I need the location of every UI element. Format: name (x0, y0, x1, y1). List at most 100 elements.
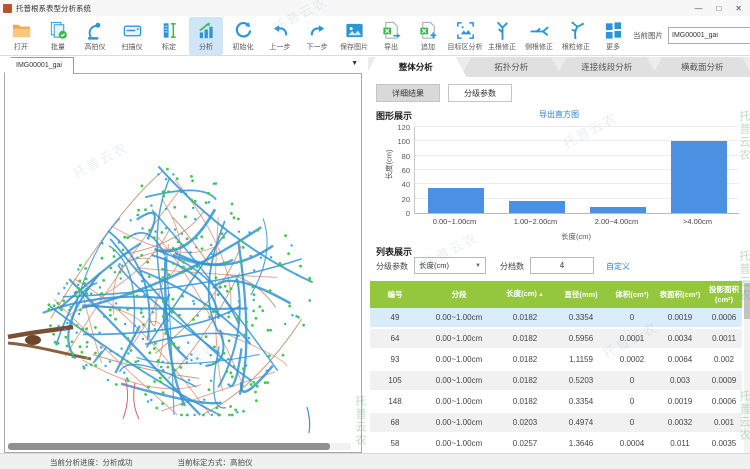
x-tick-label: 2.00~4.00cm (576, 217, 657, 226)
table-cell: 0.0064 (654, 350, 706, 369)
current-image-label: 当前图片 (633, 30, 663, 41)
lateral-root-correct-button[interactable]: 侧根修正 (522, 17, 556, 55)
table-cell: 1.3646 (552, 434, 610, 453)
root-node-correct-button[interactable]: 根粒修正 (559, 17, 593, 55)
close-button[interactable]: ✕ (735, 4, 742, 13)
table-row[interactable]: 1050.00~1.00cm0.01820.520300.0030.0009 (370, 371, 742, 390)
scanner-icon (122, 20, 143, 41)
y-tick: 100 (384, 137, 410, 146)
y-tick: 80 (384, 152, 410, 161)
table-cell: 0.001 (706, 413, 742, 432)
table-cell: 0.0034 (654, 329, 706, 348)
table-cell: 0.0011 (706, 329, 742, 348)
calibration-mode-status: 当前标定方式：高拍仪 (178, 457, 253, 468)
table-cell: 0.0257 (498, 434, 552, 453)
table-row[interactable]: 1480.00~1.00cm0.01820.335400.00190.0006 (370, 392, 742, 411)
export-button[interactable]: 导出 (374, 17, 408, 55)
analyze-button[interactable]: 分析 (189, 17, 223, 55)
tab-overall-analysis[interactable]: 整体分析 (368, 57, 467, 77)
main-root-correct-button[interactable]: 主根修正 (485, 17, 519, 55)
bins-label: 分档数 (500, 261, 524, 272)
table-cell: 0.00~1.00cm (420, 329, 498, 348)
chart-section: 图形展示 导出直方图 长度(cm) 020406080100120 0.00~1… (368, 107, 750, 245)
customize-link[interactable]: 自定义 (606, 261, 630, 272)
append-icon (418, 20, 439, 41)
chart-bar (509, 201, 565, 213)
reset-icon (233, 20, 254, 41)
analysis-tab-bar: 整体分析 拓扑分析 连接线段分析 横截面分析 (368, 57, 750, 77)
main-root-icon (492, 20, 513, 41)
maximize-button[interactable]: □ (716, 4, 721, 13)
table-cell: 0.3354 (552, 308, 610, 327)
table-cell: 0.3354 (552, 392, 610, 411)
y-tick: 120 (384, 123, 410, 132)
append-button[interactable]: 追加 (411, 17, 445, 55)
scanner-button[interactable]: 扫描仪 (115, 17, 149, 55)
horizontal-scrollbar[interactable] (8, 443, 351, 450)
doc-camera-button[interactable]: 高拍仪 (78, 17, 112, 55)
col-header-volume[interactable]: 体积(cm³) (610, 290, 654, 299)
results-table: 编号 分段 长度(cm)▲ 直径(mm) 体积(cm³) 表面积(cm²) 投影… (370, 281, 742, 453)
vertical-scrollbar[interactable] (744, 281, 750, 453)
table-cell: 0.011 (654, 434, 706, 453)
col-header-segment[interactable]: 分段 (420, 290, 498, 299)
more-button[interactable]: 更多 (596, 17, 630, 55)
table-cell: 58 (370, 434, 420, 453)
app-logo-icon (3, 4, 12, 13)
undo-icon (270, 20, 291, 41)
table-cell: 0.0182 (498, 329, 552, 348)
y-tick: 20 (384, 195, 410, 204)
x-tick-label: 1.00~2.00cm (495, 217, 576, 226)
root-image-viewport[interactable] (4, 73, 362, 453)
tab-segment-analysis[interactable]: 连接线段分析 (556, 57, 658, 77)
table-row[interactable]: 580.00~1.00cm0.02571.36460.00040.0110.00… (370, 434, 742, 453)
table-cell: 49 (370, 308, 420, 327)
table-cell: 0.0004 (610, 434, 654, 453)
table-cell: 0.4974 (552, 413, 610, 432)
tab-overflow-icon[interactable]: ▼ (351, 60, 358, 67)
target-area-analysis-button[interactable]: 目标区分析 (448, 17, 482, 55)
doc-camera-icon (85, 20, 106, 41)
table-header-row: 编号 分段 长度(cm)▲ 直径(mm) 体积(cm³) 表面积(cm²) 投影… (370, 281, 742, 308)
calibrate-icon (159, 20, 180, 41)
calibrate-button[interactable]: 标定 (152, 17, 186, 55)
bins-input[interactable] (530, 257, 594, 274)
param-select[interactable]: 长度(cm) ▼ (414, 257, 486, 274)
table-cell: 93 (370, 350, 420, 369)
batch-icon (48, 20, 69, 41)
x-tick-label: 0.00~1.00cm (414, 217, 495, 226)
col-header-diameter[interactable]: 直径(mm) (552, 290, 610, 299)
table-row[interactable]: 930.00~1.00cm0.01821.11590.00020.00640.0… (370, 350, 742, 369)
minimize-button[interactable]: — (694, 4, 702, 13)
previous-step-button[interactable]: 上一步 (263, 17, 297, 55)
detailed-results-button[interactable]: 详细结果 (376, 84, 440, 102)
current-image-select[interactable]: IMG00001_gai ▼ (668, 27, 750, 44)
table-row[interactable]: 680.00~1.00cm0.02030.497400.00320.001 (370, 413, 742, 432)
table-cell: 0.5203 (552, 371, 610, 390)
reset-button[interactable]: 初始化 (226, 17, 260, 55)
param-label: 分级参数 (376, 261, 408, 272)
table-cell: 0 (610, 413, 654, 432)
open-button[interactable]: 打开 (4, 17, 38, 55)
image-tab[interactable]: IMG00001_gai (4, 57, 74, 74)
table-row[interactable]: 640.00~1.00cm0.01820.59560.00010.00340.0… (370, 329, 742, 348)
export-histogram-link[interactable]: 导出直方图 (539, 109, 579, 120)
root-node-icon (566, 20, 587, 41)
table-row[interactable]: 490.00~1.00cm0.01820.335400.00190.0006 (370, 308, 742, 327)
tab-cross-section-analysis[interactable]: 横截面分析 (652, 57, 750, 77)
col-header-length[interactable]: 长度(cm)▲ (498, 289, 552, 300)
col-header-projection[interactable]: 投影面积(cm²) (706, 285, 742, 304)
table-cell: 0.0035 (706, 434, 742, 453)
table-cell: 0.0182 (498, 371, 552, 390)
save-image-button[interactable]: 保存图片 (337, 17, 371, 55)
tab-topology-analysis[interactable]: 拓扑分析 (461, 57, 563, 77)
table-cell: 0.00~1.00cm (420, 371, 498, 390)
col-header-id[interactable]: 编号 (370, 290, 420, 299)
open-folder-icon (11, 20, 32, 41)
batch-button[interactable]: 批量 (41, 17, 75, 55)
image-viewer-panel: IMG00001_gai ▼ (4, 57, 364, 453)
col-header-surface[interactable]: 表面积(cm²) (654, 290, 706, 299)
chart-bar (671, 141, 727, 213)
grading-params-button[interactable]: 分级参数 (448, 84, 512, 102)
next-step-button[interactable]: 下一步 (300, 17, 334, 55)
